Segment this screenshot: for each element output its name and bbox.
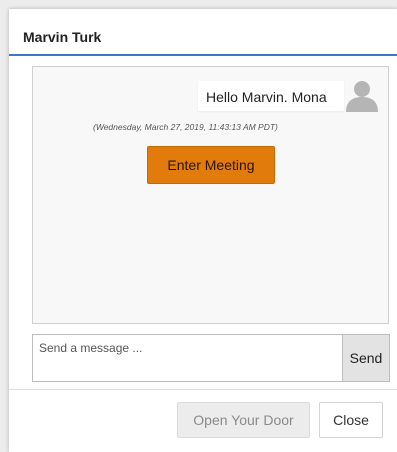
- dialog-header: Marvin Turk: [9, 9, 397, 56]
- chat-dialog: Marvin Turk Hello Marvin. Mona (Wednesda…: [9, 9, 397, 452]
- message-timestamp: (Wednesday, March 27, 2019, 11:43:13 AM …: [93, 122, 278, 132]
- enter-meeting-button[interactable]: Enter Meeting: [147, 146, 275, 184]
- footer-divider: [9, 389, 397, 390]
- message-text: Hello Marvin. Mona: [206, 89, 327, 105]
- message-bubble: Hello Marvin. Mona: [198, 81, 344, 111]
- close-button[interactable]: Close: [319, 402, 383, 438]
- chat-messages-area[interactable]: Hello Marvin. Mona (Wednesday, March 27,…: [32, 66, 389, 324]
- open-your-door-button[interactable]: Open Your Door: [177, 402, 310, 438]
- user-silhouette-icon: [344, 78, 380, 114]
- send-button[interactable]: Send: [342, 334, 390, 382]
- dialog-title: Marvin Turk: [23, 29, 102, 45]
- message-input[interactable]: [32, 334, 352, 382]
